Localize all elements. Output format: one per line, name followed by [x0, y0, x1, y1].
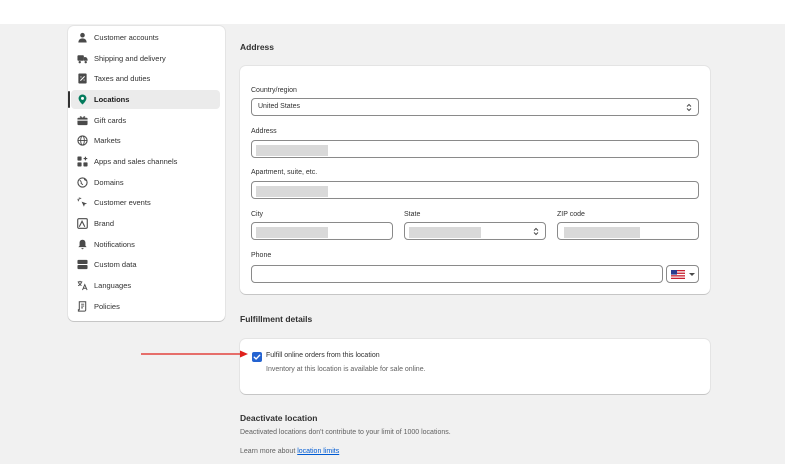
sidebar-item-label: Customer events	[94, 198, 151, 207]
sidebar-item-locations[interactable]: Locations	[68, 90, 220, 109]
bell-icon	[77, 239, 88, 250]
sidebar-item-customer-events[interactable]: Customer events	[71, 193, 220, 212]
receipt-icon	[77, 73, 88, 84]
fulfill-online-checkbox[interactable]	[252, 352, 262, 362]
person-icon	[77, 32, 88, 43]
redacted-value	[256, 145, 328, 156]
select-arrows-icon	[533, 227, 539, 236]
apps-icon	[77, 156, 88, 167]
phone-country-selector[interactable]	[666, 265, 699, 283]
chevron-down-icon	[689, 273, 695, 276]
select-arrows-icon	[686, 103, 692, 112]
address-heading: Address	[240, 42, 275, 52]
sidebar-item-brand[interactable]: Brand	[71, 214, 220, 233]
fulfill-online-label[interactable]: Fulfill online orders from this location	[266, 352, 380, 359]
sidebar-item-customer-accounts[interactable]: Customer accounts	[71, 28, 220, 47]
checkmark-icon	[253, 354, 261, 360]
sidebar-item-custom-data[interactable]: Custom data	[71, 255, 220, 274]
address-input[interactable]	[251, 140, 699, 158]
sidebar-item-label: Languages	[94, 281, 132, 290]
sparkle-cursor-icon	[77, 197, 88, 208]
sidebar-item-gift-cards[interactable]: Gift cards	[71, 111, 220, 130]
sidebar-item-domains[interactable]: Domains	[71, 173, 220, 192]
sidebar-item-label: Locations	[94, 95, 130, 104]
gift-card-icon	[77, 115, 88, 126]
sidebar-item-policies[interactable]: Policies	[71, 297, 220, 316]
state-select[interactable]	[404, 222, 546, 240]
sidebar-item-label: Custom data	[94, 260, 137, 269]
fulfill-online-help-text: Inventory at this location is available …	[266, 366, 426, 373]
sidebar-item-apps-and-sales-channels[interactable]: Apps and sales channels	[71, 152, 220, 171]
country-value: United States	[258, 103, 301, 110]
learn-more-text: Learn more about location limits	[240, 448, 339, 455]
deactivate-heading: Deactivate location	[240, 413, 318, 423]
sidebar-item-label: Apps and sales channels	[94, 157, 178, 166]
brand-icon	[77, 218, 88, 229]
sidebar-item-label: Notifications	[94, 240, 135, 249]
redacted-value	[256, 227, 328, 238]
sidebar-item-markets[interactable]: Markets	[71, 131, 220, 150]
settings-sidebar: Customer accounts Shipping and delivery …	[68, 26, 225, 321]
truck-icon	[77, 53, 88, 64]
globe-icon	[77, 135, 88, 146]
location-pin-icon	[77, 94, 88, 105]
deactivate-description: Deactivated locations don't contribute t…	[240, 429, 451, 436]
redacted-value	[409, 227, 481, 238]
zip-input[interactable]	[557, 222, 699, 240]
country-select[interactable]: United States	[251, 98, 699, 116]
state-label: State	[404, 211, 421, 218]
sidebar-item-notifications[interactable]: Notifications	[71, 235, 220, 254]
country-label: Country/region	[251, 87, 297, 94]
sidebar-item-label: Markets	[94, 136, 121, 145]
sidebar-item-label: Policies	[94, 302, 120, 311]
phone-input[interactable]	[251, 265, 663, 283]
city-label: City	[251, 211, 264, 218]
zip-label: ZIP code	[557, 211, 585, 218]
redacted-value	[564, 227, 640, 238]
domain-globe-icon	[77, 177, 88, 188]
sidebar-item-label: Gift cards	[94, 116, 127, 125]
apartment-input[interactable]	[251, 181, 699, 199]
sidebar-item-shipping-and-delivery[interactable]: Shipping and delivery	[71, 49, 220, 68]
phone-label: Phone	[251, 252, 272, 259]
sidebar-item-label: Brand	[94, 219, 115, 228]
database-icon	[77, 259, 88, 270]
sidebar-item-taxes-and-duties[interactable]: Taxes and duties	[71, 69, 220, 88]
fulfillment-heading: Fulfillment details	[240, 314, 313, 324]
redacted-value	[256, 186, 328, 197]
sidebar-item-label: Domains	[94, 178, 124, 187]
location-limits-link[interactable]: location limits	[297, 448, 339, 455]
learn-more-prefix: Learn more about	[240, 448, 298, 455]
top-bar	[0, 0, 785, 24]
address-label: Address	[251, 128, 277, 135]
sidebar-item-label: Customer accounts	[94, 33, 159, 42]
translate-icon	[77, 280, 88, 291]
city-input[interactable]	[251, 222, 393, 240]
us-flag-icon	[671, 270, 685, 279]
apartment-label: Apartment, suite, etc.	[251, 169, 318, 176]
sidebar-item-label: Taxes and duties	[94, 74, 151, 83]
sidebar-item-label: Shipping and delivery	[94, 54, 166, 63]
policy-document-icon	[77, 301, 88, 312]
annotation-arrow-icon	[141, 350, 248, 358]
sidebar-item-languages[interactable]: Languages	[71, 276, 220, 295]
